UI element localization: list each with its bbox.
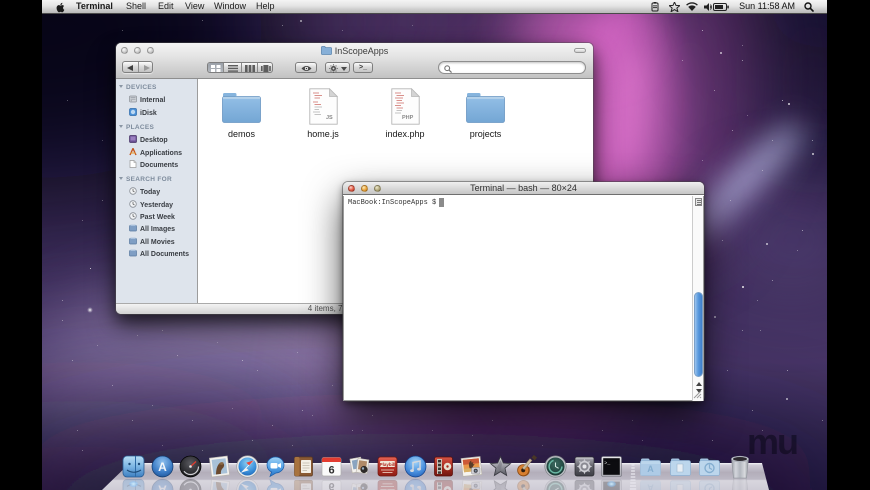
svg-text:Playbill: Playbill [379, 462, 395, 467]
svg-text:A: A [647, 464, 654, 474]
svg-text:A: A [158, 460, 167, 474]
svg-text:6: 6 [328, 465, 334, 477]
svg-text:JS: JS [326, 115, 333, 121]
svg-text:>_: >_ [604, 461, 611, 467]
svg-text:PHP: PHP [402, 115, 414, 121]
